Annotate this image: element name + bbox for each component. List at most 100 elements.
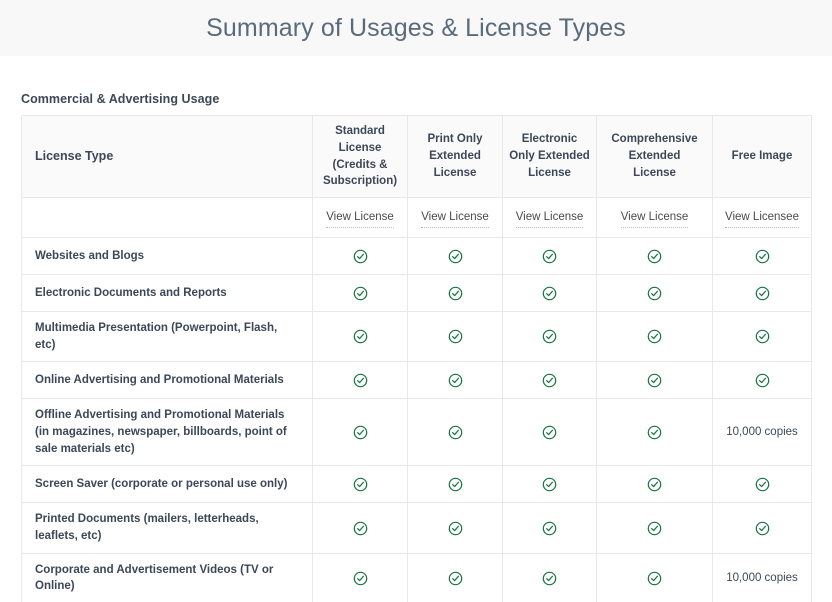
usage-cell-allowed (502, 361, 597, 400)
usage-cell-allowed (407, 502, 503, 554)
check-circle-icon (647, 373, 662, 388)
usage-cell-limit: 10,000 copies (712, 398, 812, 467)
check-circle-icon (647, 521, 662, 536)
check-circle-icon (448, 329, 463, 344)
table-row: Electronic Documents and Reports (21, 274, 812, 312)
usage-row-label: Screen Saver (corporate or personal use … (21, 465, 313, 504)
license-summary-table: License Type Standard License (Credits &… (21, 115, 812, 602)
check-circle-icon (647, 571, 662, 586)
usage-cell-allowed (712, 310, 812, 363)
usage-cell-allowed (407, 361, 503, 400)
view-license-cell-empty (21, 197, 313, 238)
usage-cell-allowed (712, 465, 812, 504)
usage-cell-allowed (712, 502, 812, 554)
usage-cell-allowed (502, 274, 597, 312)
check-circle-icon (647, 329, 662, 344)
usage-cell-allowed (312, 361, 408, 400)
check-circle-icon (353, 373, 368, 388)
header-line: License (528, 166, 571, 179)
column-header-print-only-extended-license: Print Only Extended License (407, 115, 503, 198)
check-circle-icon (353, 521, 368, 536)
usage-cell-allowed (407, 398, 503, 467)
view-license-row-group: View License View License View License V… (21, 197, 812, 238)
usage-cell-allowed (312, 398, 408, 467)
check-circle-icon (755, 329, 770, 344)
view-license-cell-comprehensive[interactable]: View License (596, 197, 713, 238)
column-header-comprehensive-extended-license: Comprehensive Extended License (596, 115, 713, 198)
header-line: Comprehensive (611, 133, 698, 146)
view-license-link-comprehensive[interactable]: View License (620, 211, 689, 228)
column-header-electronic-only-extended-license: Electronic Only Extended License (502, 115, 597, 198)
usage-cell-allowed (712, 237, 812, 275)
page-header: Summary of Usages & License Types (0, 0, 832, 56)
check-circle-icon (353, 329, 368, 344)
view-license-cell-print[interactable]: View License (407, 197, 503, 238)
view-license-link-print[interactable]: View License (421, 211, 489, 228)
usage-cell-allowed (596, 361, 713, 400)
usage-cell-allowed (712, 274, 812, 312)
page-title: Summary of Usages & License Types (206, 13, 626, 42)
table-row: Printed Documents (mailers, letterheads,… (21, 502, 812, 554)
usage-cell-allowed (596, 552, 713, 602)
check-circle-icon (755, 373, 770, 388)
column-header-license-type: License Type (21, 115, 313, 198)
usage-cell-allowed (407, 552, 503, 602)
view-license-cell-electronic[interactable]: View License (502, 197, 597, 238)
check-circle-icon (647, 249, 662, 264)
check-circle-icon (755, 249, 770, 264)
view-license-cell-standard[interactable]: View License (312, 197, 408, 238)
column-header-label: License Type (35, 149, 114, 164)
check-circle-icon (448, 286, 463, 301)
usage-cell-allowed (312, 237, 408, 275)
check-circle-icon (755, 477, 770, 492)
table-row: Corporate and Advertisement Videos (TV o… (21, 552, 812, 602)
check-circle-icon (542, 521, 557, 536)
view-license-link-standard[interactable]: View License (326, 211, 394, 228)
check-circle-icon (448, 249, 463, 264)
check-circle-icon (542, 477, 557, 492)
check-circle-icon (755, 286, 770, 301)
check-circle-icon (448, 571, 463, 586)
check-circle-icon (647, 477, 662, 492)
usage-row-label: Corporate and Advertisement Videos (TV o… (21, 552, 313, 602)
table-row: Multimedia Presentation (Powerpoint, Fla… (21, 310, 812, 363)
header-line: Standard (335, 125, 385, 138)
usage-cell-allowed (407, 237, 503, 275)
table-row: Offline Advertising and Promotional Mate… (21, 398, 812, 467)
view-license-cell-free-image[interactable]: View Licensee (712, 197, 812, 238)
check-circle-icon (353, 286, 368, 301)
header-line: Print Only (427, 133, 483, 146)
usage-cell-allowed (502, 552, 597, 602)
usage-cell-allowed (312, 274, 408, 312)
usage-cell-allowed (596, 310, 713, 363)
usage-cell-allowed (407, 274, 503, 312)
check-circle-icon (448, 425, 463, 440)
check-circle-icon (755, 521, 770, 536)
check-circle-icon (353, 571, 368, 586)
check-circle-icon (542, 571, 557, 586)
column-header-standard-license: Standard License (Credits & Subscription… (312, 115, 408, 198)
header-line: License (633, 166, 676, 179)
usage-cell-allowed (502, 310, 597, 363)
usage-cell-allowed (596, 274, 713, 312)
header-line: Electronic (521, 133, 578, 146)
page-content: Commercial & Advertising Usage License T… (0, 92, 832, 602)
usage-rows: Websites and Blogs Electronic Documents a… (21, 237, 812, 602)
header-line: Free Image (731, 150, 793, 163)
column-header-free-image: Free Image (712, 115, 812, 198)
view-license-link-electronic[interactable]: View License (515, 211, 584, 228)
table-row: Websites and Blogs (21, 237, 812, 275)
view-license-row: View License View License View License V… (21, 197, 812, 238)
usage-cell-allowed (712, 361, 812, 400)
check-circle-icon (353, 477, 368, 492)
usage-cell-allowed (407, 310, 503, 363)
usage-row-label: Websites and Blogs (21, 237, 313, 275)
check-circle-icon (542, 249, 557, 264)
header-line: Subscription) (322, 175, 398, 188)
usage-cell-allowed (596, 398, 713, 467)
section-label: Commercial & Advertising Usage (21, 92, 220, 106)
usage-cell-allowed (407, 465, 503, 504)
view-license-link-free-image[interactable]: View Licensee (725, 211, 799, 228)
usage-cell-allowed (312, 502, 408, 554)
usage-cell-allowed (596, 237, 713, 275)
